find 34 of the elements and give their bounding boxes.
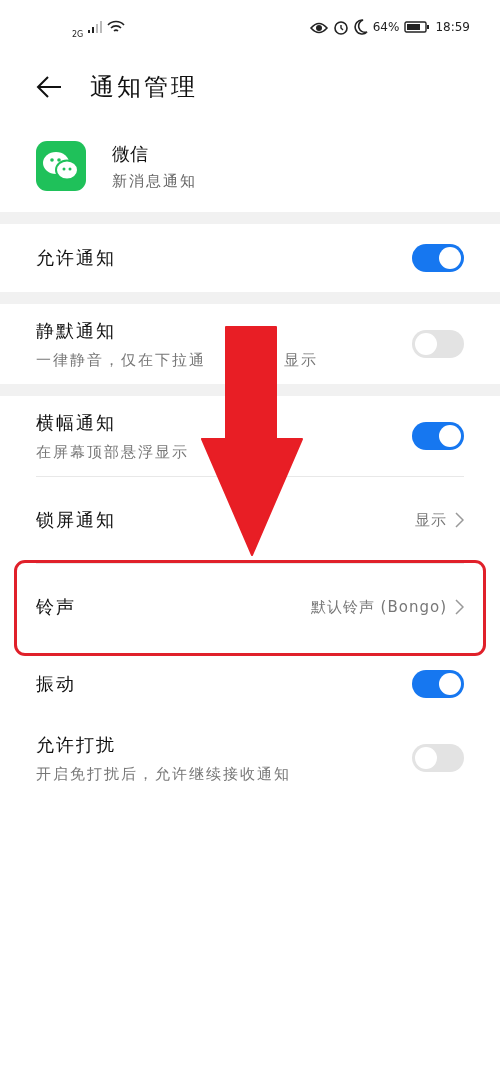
toggle-switch[interactable]: [412, 744, 464, 772]
setting-value: 默认铃声 (Bongo): [310, 597, 447, 617]
setting-label: 锁屏通知: [36, 508, 117, 532]
alarm-icon: [332, 19, 349, 35]
chat-app-icon: [36, 141, 86, 191]
page-title: 通知管理: [90, 72, 198, 103]
signal-icon: [88, 21, 103, 33]
toggle-switch[interactable]: [412, 670, 464, 698]
setting-label: 允许通知: [36, 246, 117, 270]
setting-label: 静默通知: [36, 318, 117, 343]
setting-description: 一律静音，仅在下拉通: [36, 350, 206, 370]
wifi-icon: [107, 20, 126, 34]
battery-icon: [404, 21, 431, 33]
setting-label: 横幅通知: [36, 410, 117, 435]
back-icon[interactable]: [36, 76, 62, 98]
setting-label: 振动: [36, 672, 77, 696]
eye-icon: [309, 20, 328, 34]
app-name: 微信: [112, 141, 149, 166]
clock-time: 18:59: [435, 20, 470, 34]
setting-label: 铃声: [36, 595, 77, 619]
setting-value: 显示: [415, 510, 447, 530]
toggle-switch[interactable]: [412, 244, 464, 272]
setting-description: 显示: [284, 350, 318, 370]
setting-description: 在屏幕顶部悬浮显示: [36, 442, 189, 462]
chevron-right-icon: [455, 599, 464, 615]
app-subtitle: 新消息通知: [112, 171, 197, 191]
setting-label: 允许打扰: [36, 732, 117, 757]
toggle-switch[interactable]: [412, 422, 464, 450]
setting-description: 开启免打扰后，允许继续接收通知: [36, 764, 291, 784]
moon-icon: [353, 19, 368, 35]
network-label: 2G: [72, 29, 84, 39]
toggle-switch[interactable]: [412, 330, 464, 358]
battery-percent: 64%: [372, 20, 400, 34]
chevron-right-icon: [455, 512, 464, 528]
